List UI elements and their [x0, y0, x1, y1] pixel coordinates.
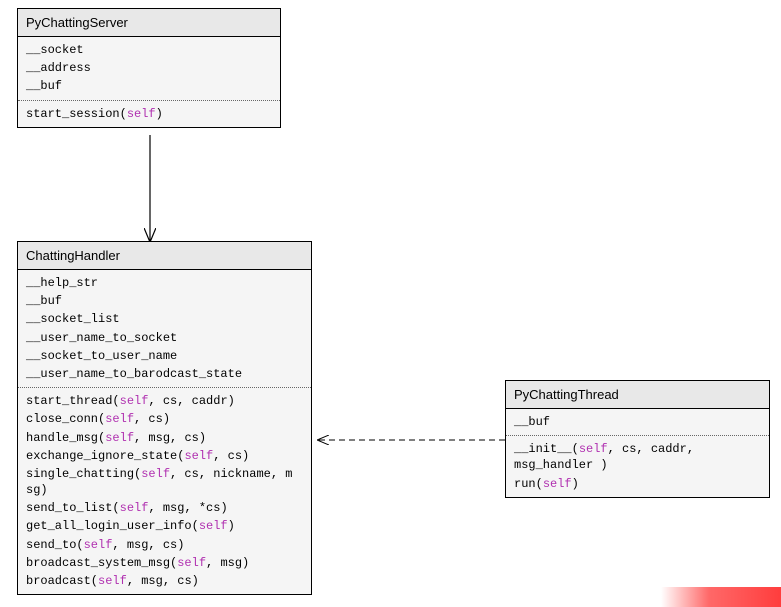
class-pychattingthread: PyChattingThread __buf __init__(self, cs… — [505, 380, 770, 498]
attribute: __help_str — [26, 274, 303, 292]
method: single_chatting(self, cs, nickname, m sg… — [26, 465, 303, 499]
method: broadcast_system_msg(self, msg) — [26, 554, 303, 572]
class-attributes: __buf — [506, 409, 769, 436]
method: get_all_login_user_info(self) — [26, 517, 303, 535]
attribute: __address — [26, 59, 272, 77]
attribute: __socket_list — [26, 310, 303, 328]
attribute: __socket_to_user_name — [26, 347, 303, 365]
method: start_thread(self, cs, caddr) — [26, 392, 303, 410]
class-title: PyChattingServer — [18, 9, 280, 37]
class-methods: start_session(self) — [18, 101, 280, 127]
class-pychattingserver: PyChattingServer __socket__address__buf … — [17, 8, 281, 128]
method: broadcast(self, msg, cs) — [26, 572, 303, 590]
class-chattinghandler: ChattingHandler __help_str__buf__socket_… — [17, 241, 312, 595]
class-attributes: __socket__address__buf — [18, 37, 280, 101]
class-methods: start_thread(self, cs, caddr)close_conn(… — [18, 388, 311, 594]
class-title: PyChattingThread — [506, 381, 769, 409]
method: close_conn(self, cs) — [26, 410, 303, 428]
method: run(self) — [514, 475, 761, 493]
method: send_to(self, msg, cs) — [26, 536, 303, 554]
attribute: __user_name_to_socket — [26, 329, 303, 347]
method: __init__(self, cs, caddr, msg_handler ) — [514, 440, 761, 474]
watermark — [661, 587, 781, 607]
attribute: __buf — [514, 413, 761, 431]
method: start_session(self) — [26, 105, 272, 123]
attribute: __user_name_to_barodcast_state — [26, 365, 303, 383]
attribute: __buf — [26, 77, 272, 95]
class-attributes: __help_str__buf__socket_list__user_name_… — [18, 270, 311, 388]
method: handle_msg(self, msg, cs) — [26, 429, 303, 447]
method: exchange_ignore_state(self, cs) — [26, 447, 303, 465]
method: send_to_list(self, msg, *cs) — [26, 499, 303, 517]
attribute: __socket — [26, 41, 272, 59]
class-title: ChattingHandler — [18, 242, 311, 270]
attribute: __buf — [26, 292, 303, 310]
class-methods: __init__(self, cs, caddr, msg_handler )r… — [506, 436, 769, 497]
